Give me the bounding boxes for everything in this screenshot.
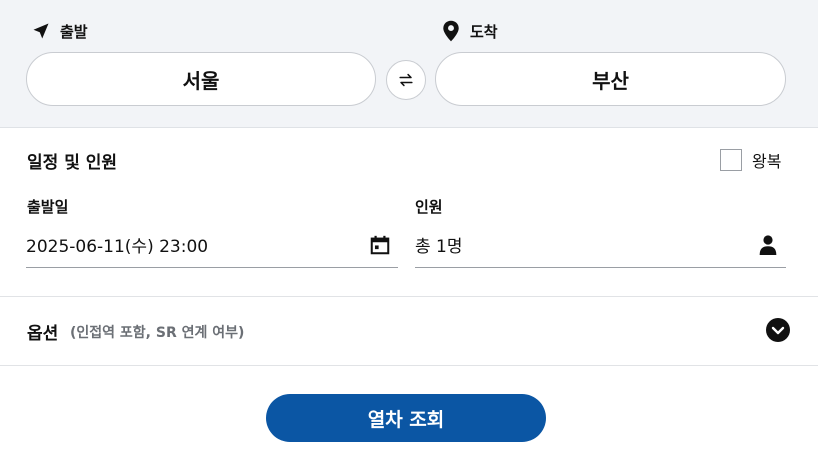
arrival-station-name: 부산 [592,68,629,93]
departure-date-label: 출발일 [27,198,69,216]
route-panel: 출발 도착 서울 부산 [0,0,818,128]
passenger-value: 총 1명 [415,237,463,257]
map-pin-icon [440,20,462,42]
swap-stations-button[interactable] [386,60,426,100]
arrival-label-group: 도착 [440,20,498,42]
chevron-down-circle-icon[interactable] [766,318,790,342]
swap-icon [396,70,416,90]
search-trains-button[interactable]: 열차 조회 [266,394,546,442]
arrival-station-button[interactable]: 부산 [435,52,786,106]
search-trains-label: 열차 조회 [367,408,445,431]
section-divider [0,365,818,366]
schedule-section-title: 일정 및 인원 [27,153,118,173]
roundtrip-checkbox-box[interactable] [720,149,742,171]
roundtrip-checkbox[interactable]: 왕복 [720,148,781,172]
options-title: 옵션 [27,324,59,344]
departure-date-value: 2025-06-11(수) 23:00 [26,237,209,257]
departure-label: 출발 [60,22,88,41]
send-arrow-icon [30,20,52,42]
passenger-label: 인원 [415,198,443,216]
departure-label-group: 출발 [30,20,88,42]
departure-station-button[interactable]: 서울 [26,52,376,106]
arrival-label: 도착 [470,22,498,41]
roundtrip-label: 왕복 [752,152,782,171]
departure-date-field[interactable]: 2025-06-11(수) 23:00 [26,222,398,268]
departure-station-name: 서울 [182,68,220,93]
person-icon[interactable] [756,233,780,257]
passenger-field[interactable]: 총 1명 [415,222,786,268]
options-subtitle: (인접역 포함, SR 연계 여부) [70,325,245,341]
calendar-icon[interactable] [368,233,392,257]
options-toggle[interactable]: 옵션 (인접역 포함, SR 연계 여부) [0,297,818,365]
